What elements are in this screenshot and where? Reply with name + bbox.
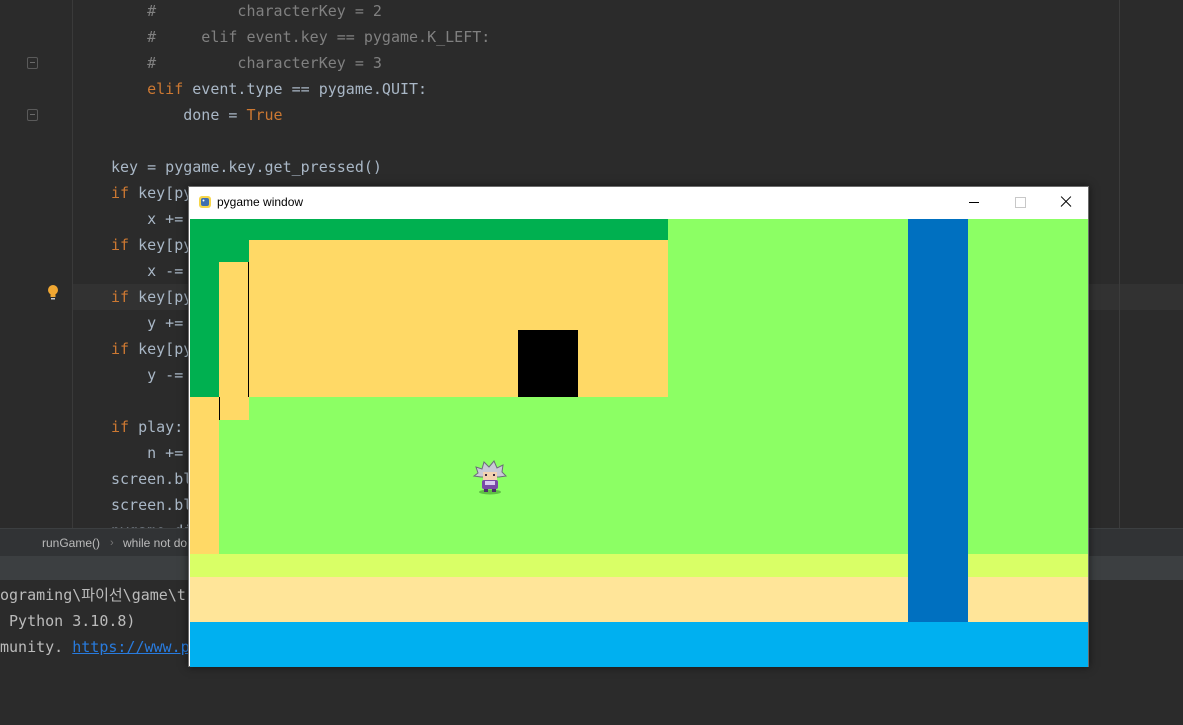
house-floor-tile [249, 240, 668, 397]
code-token: event.type == pygame.QUIT: [183, 80, 428, 98]
code-line: # elif event.key == pygame.K_LEFT: [111, 24, 490, 50]
wall-edge-line [248, 262, 249, 397]
code-token: # characterKey = 2 [111, 2, 382, 20]
console-text: munity. [0, 638, 73, 656]
fold-marker-icon[interactable] [27, 57, 38, 69]
sea-water [190, 622, 1088, 667]
window-titlebar[interactable]: pygame window [189, 187, 1088, 217]
code-token: key[py [129, 236, 193, 254]
code-token: screen.bl [111, 496, 193, 514]
code-token: key[py [129, 184, 193, 202]
code-line: # characterKey = 3 [111, 50, 382, 76]
player-sprite[interactable] [470, 459, 510, 495]
chevron-right-icon: › [110, 537, 114, 549]
console-line: munity. https://www.py [0, 634, 199, 660]
code-token: key[py [129, 288, 193, 306]
code-line: if key[py [111, 232, 192, 258]
code-token: screen.bl [111, 470, 193, 488]
breadcrumb-item-rungame[interactable]: runGame() [42, 529, 100, 557]
code-token: y += [111, 314, 184, 332]
code-token: True [246, 106, 283, 124]
code-token: # elif event.key == pygame.K_LEFT: [111, 28, 491, 46]
code-token: key[py [129, 340, 193, 358]
dark-green-wall-tile [190, 262, 219, 397]
gutter-divider [72, 0, 73, 528]
code-line: if key[py [111, 336, 192, 362]
code-line: y += [111, 310, 183, 336]
dark-green-roof-tile [190, 240, 249, 262]
code-line: x -= [111, 258, 183, 284]
code-line: y -= [111, 362, 183, 388]
close-button[interactable] [1042, 187, 1088, 217]
code-line: screen.bl [111, 492, 192, 518]
code-token: if [111, 288, 130, 306]
code-token: done = [111, 106, 247, 124]
breadcrumb-item-while[interactable]: while not do [123, 529, 187, 557]
house-door[interactable] [518, 330, 578, 397]
code-token: x -= [111, 262, 184, 280]
pygame-window[interactable]: pygame window [188, 186, 1089, 667]
sand-path-tile [190, 397, 219, 554]
code-line: screen.bl [111, 466, 192, 492]
maximize-button[interactable] [997, 187, 1043, 217]
dark-green-roof-tile [190, 219, 668, 240]
house-wall-tile [219, 262, 249, 420]
code-token: if [111, 340, 130, 358]
code-token: # characterKey = 3 [111, 54, 382, 72]
code-line: if key[py [111, 284, 192, 310]
code-token: elif [147, 80, 184, 98]
fold-marker-icon[interactable] [27, 109, 38, 121]
code-line: n += [111, 440, 183, 466]
code-line: x += [111, 206, 183, 232]
code-token: n += [111, 444, 184, 462]
code-token: x += [111, 210, 184, 228]
code-token: y -= [111, 366, 184, 384]
code-token: key = pygame.key.get_pressed() [111, 158, 382, 176]
pygame-snake-icon [199, 196, 211, 208]
wall-edge-line [219, 397, 220, 420]
code-token: play: [129, 418, 184, 436]
right-margin-guide [1119, 0, 1120, 528]
console-link[interactable]: https://www.py [72, 638, 198, 656]
code-token: if [111, 184, 130, 202]
code-line: key = pygame.key.get_pressed() [111, 154, 382, 180]
window-title: pygame window [217, 195, 304, 209]
code-line: elif event.type == pygame.QUIT: [111, 76, 427, 102]
code-line: if play: [111, 414, 183, 440]
code-token: if [111, 418, 130, 436]
lightbulb-icon[interactable] [46, 284, 60, 302]
console-line: ograming\파이선\game\t [0, 586, 186, 604]
game-canvas[interactable] [190, 219, 1088, 667]
code-line: done = True [111, 102, 283, 128]
minimize-button[interactable] [951, 187, 997, 217]
code-line: if key[py [111, 180, 192, 206]
code-line: # characterKey = 2 [111, 0, 382, 24]
code-token: if [111, 236, 130, 254]
river-water [908, 219, 968, 622]
console-line: Python 3.10.8) [0, 612, 136, 630]
